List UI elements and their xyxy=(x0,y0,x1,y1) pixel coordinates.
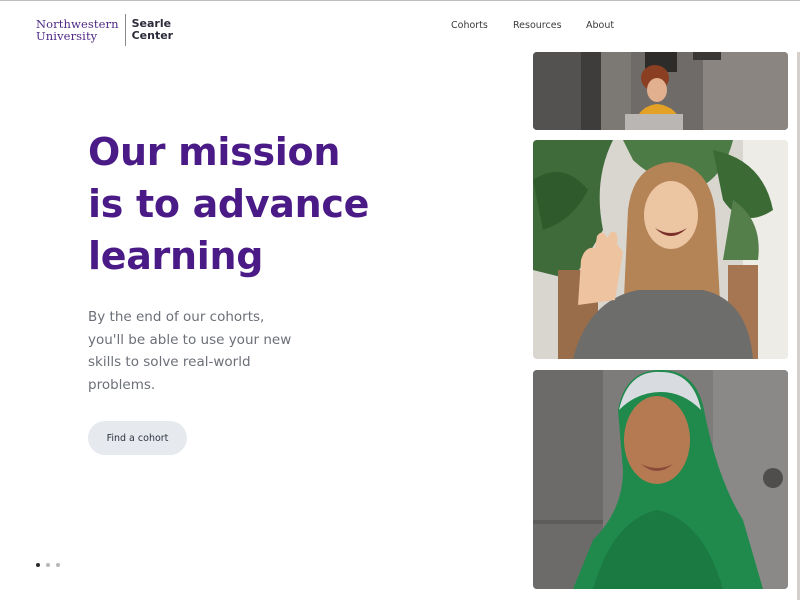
hero-subtitle: By the end of our cohorts, you'll be abl… xyxy=(88,306,318,396)
hero-subtitle-line: skills to solve real-world xyxy=(88,354,251,370)
carousel-dot[interactable] xyxy=(46,563,50,567)
hero-subtitle-line: By the end of our cohorts, xyxy=(88,309,265,325)
nav-cohorts[interactable]: Cohorts xyxy=(451,20,488,31)
logo-line: Center xyxy=(131,29,174,42)
nav-resources[interactable]: Resources xyxy=(513,20,562,31)
carousel-dot[interactable] xyxy=(36,563,40,567)
hero-subtitle-line: problems. xyxy=(88,376,156,393)
woman-green-hijab-photo xyxy=(533,370,788,589)
carousel-dot[interactable] xyxy=(56,563,60,567)
hero-subtitle-line: you'll be able to use your new xyxy=(88,331,292,348)
hero-title: Our mission is to advance learning xyxy=(88,126,508,282)
nav-about[interactable]: About xyxy=(586,20,614,31)
top-border xyxy=(0,0,800,1)
site-logo[interactable]: Northwestern University Searle Center xyxy=(36,14,173,46)
hero-title-line: learning xyxy=(88,234,264,278)
woman-at-laptop-photo xyxy=(533,52,788,130)
carousel-dots xyxy=(36,563,60,567)
hero-title-line: Our mission xyxy=(88,130,341,174)
searle-center-wordmark: Searle Center xyxy=(131,17,174,43)
find-cohort-button[interactable]: Find a cohort xyxy=(88,421,187,455)
woman-waving-photo xyxy=(533,140,788,359)
logo-divider xyxy=(124,14,126,46)
northwestern-wordmark: Northwestern University xyxy=(36,18,119,42)
logo-line: University xyxy=(36,29,98,43)
hero-title-line: is to advance xyxy=(88,182,370,226)
